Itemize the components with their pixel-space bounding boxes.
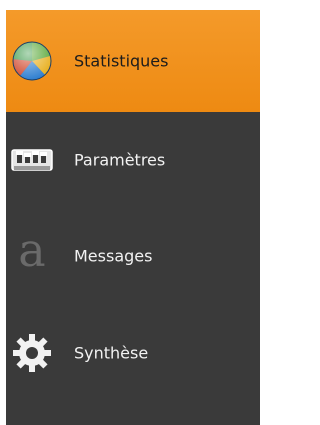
menu-item-label: Synthèse <box>74 343 149 362</box>
menu-item-messages[interactable]: a Messages <box>6 207 260 305</box>
menu-item-synthese[interactable]: Synthèse <box>6 305 260 400</box>
side-menu: Statistiques Paramètres a Messages Synth… <box>6 10 260 425</box>
menu-item-statistiques[interactable]: Statistiques <box>6 10 260 112</box>
menu-item-label: Statistiques <box>74 51 169 71</box>
letter-a-icon: a <box>18 223 46 277</box>
app-frame: Statistiques Paramètres a Messages Synth… <box>0 0 260 425</box>
menu-item-label: Paramètres <box>74 150 166 169</box>
menu-item-parametres[interactable]: Paramètres <box>6 112 260 207</box>
gear-icon <box>10 331 54 375</box>
settings-panel-icon <box>10 138 54 182</box>
menu-item-label: Messages <box>74 246 153 266</box>
pie-chart-icon <box>10 39 54 83</box>
